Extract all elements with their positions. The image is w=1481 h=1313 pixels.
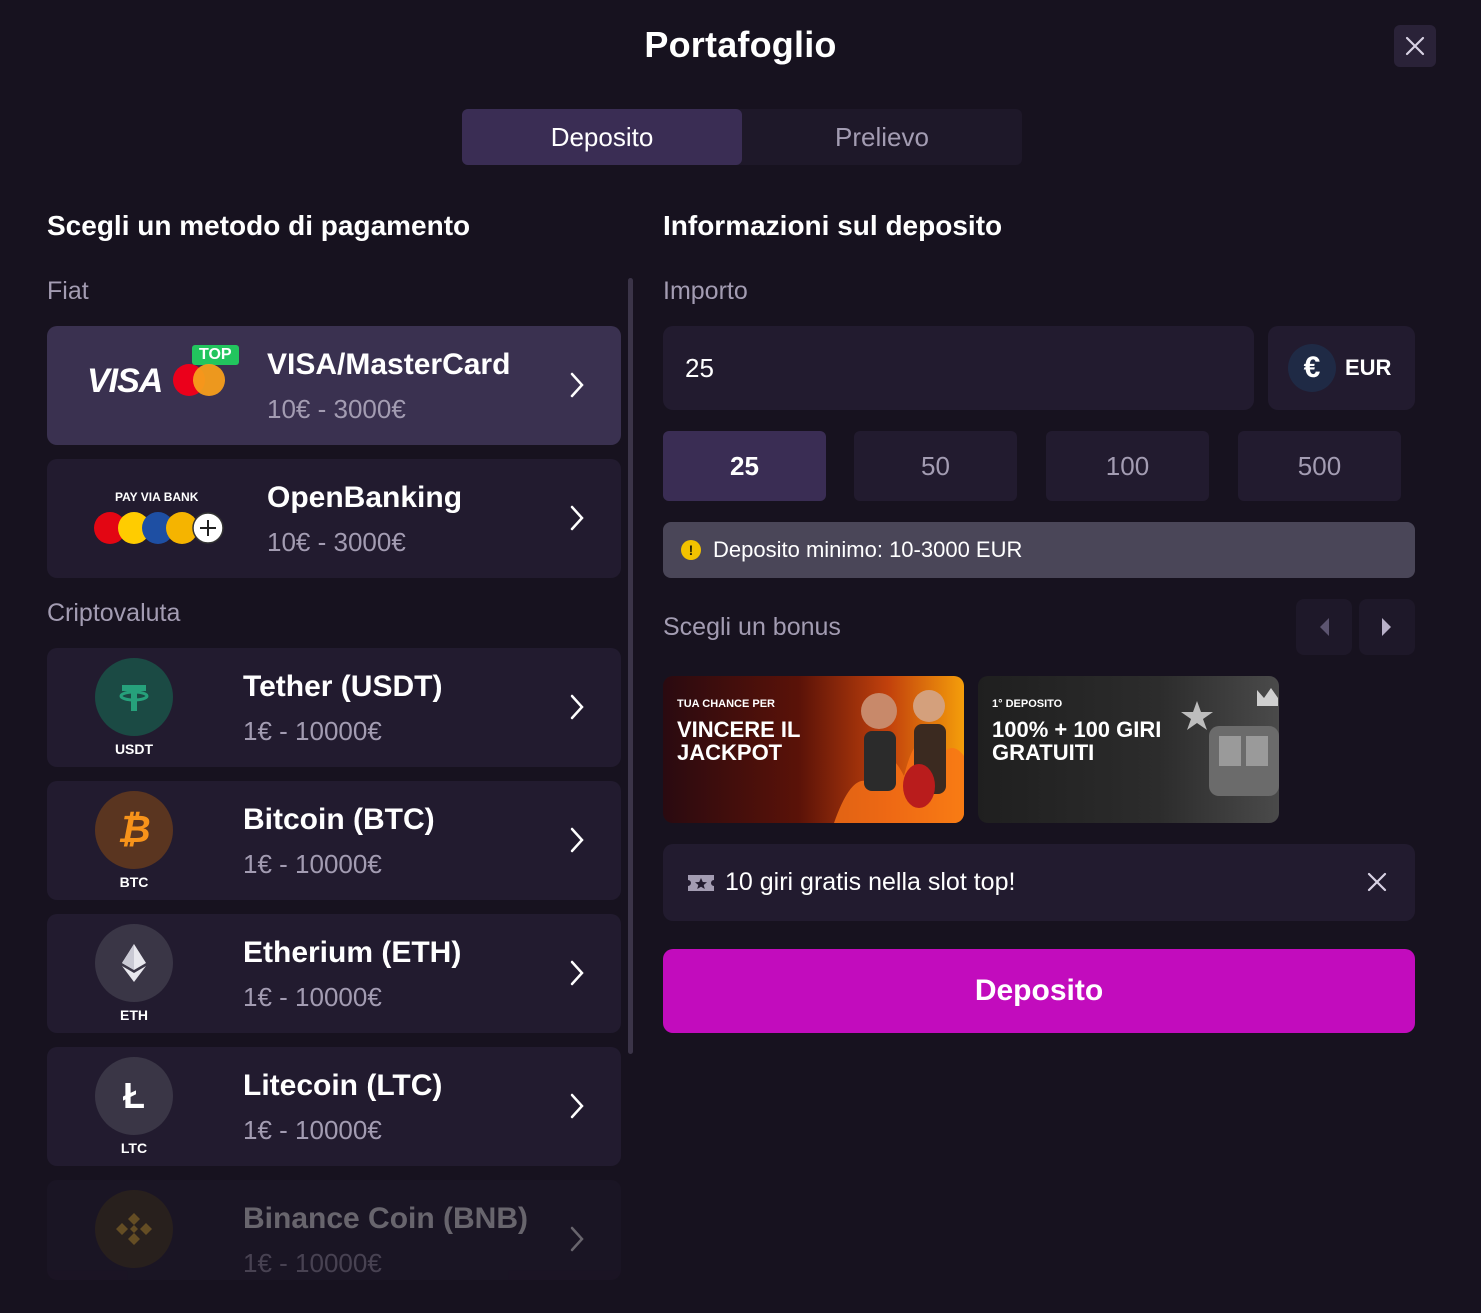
method-name: Etherium (ETH)	[243, 936, 462, 969]
tabs: Deposito Prelievo	[462, 109, 1022, 165]
bonus-small-text: 1° DEPOSITO	[992, 698, 1063, 710]
bitcoin-icon: ₿	[95, 791, 173, 869]
currency-selector[interactable]: € EUR	[1268, 326, 1415, 410]
preset-amount-50[interactable]: 50	[854, 431, 1017, 501]
method-name: Bitcoin (BTC)	[243, 803, 435, 836]
method-range: 1€ - 10000€	[243, 716, 382, 746]
ticket-icon	[688, 874, 714, 891]
promo-text: 10 giri gratis nella slot top!	[725, 868, 1016, 896]
method-tether[interactable]: USDT Tether (USDT) 1€ - 10000€	[47, 648, 621, 767]
method-bitcoin[interactable]: ₿ BTC Bitcoin (BTC) 1€ - 10000€	[47, 781, 621, 900]
crypto-label: Criptovaluta	[47, 599, 181, 627]
min-deposit-text: Deposito minimo: 10-3000 EUR	[713, 537, 1023, 562]
method-litecoin[interactable]: Ł LTC Litecoin (LTC) 1€ - 10000€	[47, 1047, 621, 1166]
deposit-info-title: Informazioni sul deposito	[663, 210, 1003, 241]
chevron-right-icon	[570, 694, 584, 720]
methods-scrollbar[interactable]	[628, 278, 633, 1054]
tether-icon	[95, 658, 173, 736]
coin-code: LTC	[120, 1140, 148, 1156]
chevron-right-icon	[570, 505, 584, 531]
method-visa-mastercard[interactable]: VISA TOP VISA/MasterCard 10€ - 3000€	[47, 326, 621, 445]
warning-icon: !	[681, 540, 701, 560]
payment-method-title: Scegli un metodo di pagamento	[47, 210, 471, 241]
tab-prelievo[interactable]: Prelievo	[742, 109, 1022, 165]
clear-promo-icon[interactable]	[1367, 872, 1387, 892]
bonus-card-first-deposit[interactable]: 1° DEPOSITO 100% + 100 GIRI GRATUITI	[978, 676, 1279, 823]
method-range: 1€ - 10000€	[243, 982, 382, 1012]
amount-label: Importo	[663, 277, 748, 305]
chevron-right-icon	[570, 1093, 584, 1119]
chevron-right-icon	[570, 1226, 584, 1252]
currency-code: EUR	[1345, 355, 1392, 380]
bonus-big-text: 100% + 100 GIRI GRATUITI	[992, 717, 1162, 765]
fiat-label: Fiat	[47, 277, 89, 305]
method-name: Tether (USDT)	[243, 670, 443, 703]
min-deposit-info: ! Deposito minimo: 10-3000 EUR	[663, 522, 1415, 578]
amount-input[interactable]: 25	[663, 326, 1254, 410]
modal-title: Portafoglio	[644, 24, 837, 65]
preset-amount-100[interactable]: 100	[1046, 431, 1209, 501]
close-icon	[1405, 36, 1425, 56]
promo-code-row[interactable]: 10 giri gratis nella slot top!	[663, 844, 1415, 921]
close-button[interactable]	[1394, 25, 1436, 67]
preset-amount-25[interactable]: 25	[663, 431, 826, 501]
deposit-submit-button[interactable]: Deposito	[663, 949, 1415, 1033]
visa-logo: VISA	[87, 362, 163, 400]
bonus-big-text: VINCERE IL JACKPOT	[677, 717, 801, 765]
method-name: OpenBanking	[267, 481, 463, 514]
pay-via-bank-logo: PAY VIA BANK	[115, 490, 199, 504]
method-binance[interactable]: Binance Coin (BNB) 1€ - 10000€	[47, 1180, 621, 1280]
method-range: 10€ - 3000€	[267, 527, 406, 557]
method-name: VISA/MasterCard	[267, 348, 511, 381]
chevron-right-icon	[570, 960, 584, 986]
bank-logos-icon	[94, 512, 224, 544]
chevron-right-icon	[570, 827, 584, 853]
binance-icon	[95, 1190, 173, 1268]
litecoin-icon: Ł	[95, 1057, 173, 1135]
preset-amount-500[interactable]: 500	[1238, 431, 1401, 501]
ethereum-icon	[95, 924, 173, 1002]
tab-deposito[interactable]: Deposito	[462, 109, 742, 165]
euro-icon: €	[1288, 344, 1336, 392]
bonus-label: Scegli un bonus	[663, 613, 841, 641]
chevron-right-icon	[570, 372, 584, 398]
arrow-right-icon	[1382, 618, 1391, 636]
mastercard-icon	[173, 364, 225, 396]
method-ethereum[interactable]: ETH Etherium (ETH) 1€ - 10000€	[47, 914, 621, 1033]
method-name: Binance Coin (BNB)	[243, 1202, 528, 1235]
bonus-small-text: TUA CHANCE PER	[677, 698, 775, 710]
coin-code: USDT	[114, 741, 154, 757]
bonus-card-jackpot[interactable]: TUA CHANCE PER VINCERE IL JACKPOT	[663, 676, 964, 823]
coin-code: BTC	[119, 874, 149, 890]
method-openbanking[interactable]: PAY VIA BANK OpenBanking 10€ - 3000€	[47, 459, 621, 578]
bonus-next-button[interactable]	[1359, 599, 1415, 655]
method-range: 1€ - 10000€	[243, 849, 382, 879]
arrow-left-icon	[1320, 618, 1329, 636]
method-name: Litecoin (LTC)	[243, 1069, 443, 1102]
coin-code: ETH	[120, 1007, 148, 1023]
method-range: 1€ - 10000€	[243, 1115, 382, 1145]
bonus-prev-button[interactable]	[1296, 599, 1352, 655]
method-range: 10€ - 3000€	[267, 394, 406, 424]
method-range: 1€ - 10000€	[243, 1248, 382, 1278]
